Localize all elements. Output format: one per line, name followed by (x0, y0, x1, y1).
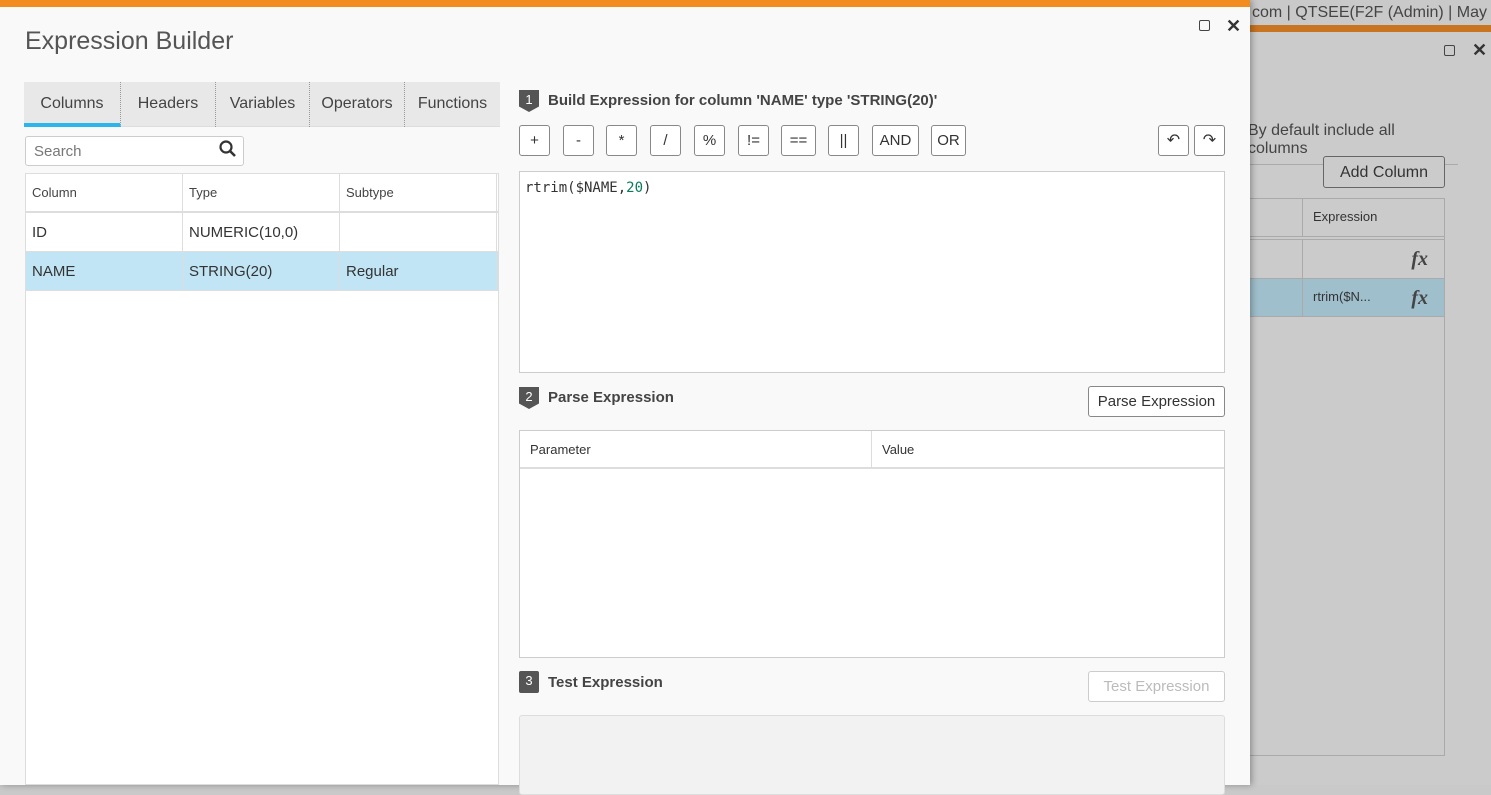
operator-or-button[interactable]: OR (931, 125, 966, 156)
operator-minus-button[interactable]: - (563, 125, 594, 156)
value-header[interactable]: Value (872, 431, 924, 468)
test-expression-title: Test Expression (548, 674, 663, 691)
add-column-button[interactable]: Add Column (1323, 156, 1445, 188)
columns-table: Column Type Subtype ID NUMERIC(10,0) NAM… (25, 173, 499, 785)
fx-icon[interactable]: fx (1411, 248, 1428, 271)
expression-editor[interactable]: rtrim($NAME,20) (519, 171, 1225, 373)
close-icon[interactable]: ✕ (1472, 41, 1487, 59)
search-input[interactable]: Search (25, 136, 244, 166)
tab-variables[interactable]: Variables (216, 82, 310, 127)
cell-type: STRING(20) (183, 252, 340, 290)
operator-concat-button[interactable]: || (828, 125, 859, 156)
tab-columns[interactable]: Columns (24, 82, 121, 127)
table-row[interactable]: ID NUMERIC(10,0) (26, 213, 498, 252)
expression-builder-dialog: Expression Builder ✕ Columns Headers Var… (0, 0, 1250, 795)
expression-text: rtrim($NAME, (525, 180, 627, 196)
background-dialog-bar (1240, 25, 1491, 32)
table-row-selected[interactable]: NAME STRING(20) Regular (26, 252, 498, 291)
tab-headers[interactable]: Headers (121, 82, 216, 127)
cell-type: NUMERIC(10,0) (183, 213, 340, 251)
cell-subtype: Regular (340, 252, 497, 290)
parameter-table: Parameter Value (519, 430, 1225, 658)
cell-column: ID (26, 213, 183, 251)
parse-expression-title: Parse Expression (548, 389, 674, 406)
background-header-text: com | QTSEE(F2F (Admin) | May 2 (1252, 4, 1491, 21)
test-expression-button[interactable]: Test Expression (1088, 671, 1225, 702)
test-output-area (519, 715, 1225, 795)
operator-multiply-button[interactable]: * (606, 125, 637, 156)
operator-and-button[interactable]: AND (872, 125, 919, 156)
tab-functions[interactable]: Functions (405, 82, 500, 127)
redo-button[interactable]: ↷ (1194, 125, 1225, 156)
background-header: com | QTSEE(F2F (Admin) | May 2 (1250, 2, 1491, 24)
operator-modulo-button[interactable]: % (694, 125, 725, 156)
build-expression-title: Build Expression for column 'NAME' type … (548, 92, 938, 109)
operator-divide-button[interactable]: / (650, 125, 681, 156)
step-3-badge: 3 (519, 671, 539, 693)
maximize-icon[interactable] (1444, 45, 1455, 56)
undo-icon: ↶ (1166, 132, 1181, 149)
cell-subtype (340, 213, 497, 251)
close-icon[interactable]: ✕ (1226, 17, 1241, 35)
subtype-header[interactable]: Subtype (340, 174, 497, 211)
expression-text-end: ) (643, 180, 652, 196)
operator-equal-button[interactable]: == (781, 125, 816, 156)
maximize-icon[interactable] (1199, 20, 1210, 31)
background-table: Expression fx rtrim($N... fx (1248, 198, 1445, 756)
column-header[interactable]: Column (26, 174, 183, 211)
tab-bar: Columns Headers Variables Operators Func… (24, 82, 500, 127)
fx-icon[interactable]: fx (1411, 287, 1428, 310)
parameter-header[interactable]: Parameter (520, 431, 872, 467)
operator-plus-button[interactable]: + (519, 125, 550, 156)
search-icon[interactable] (219, 140, 237, 163)
type-header[interactable]: Type (183, 174, 340, 211)
redo-icon: ↷ (1202, 132, 1217, 149)
parse-expression-button[interactable]: Parse Expression (1088, 386, 1225, 417)
expression-cell: rtrim($N... (1313, 289, 1371, 304)
tab-operators[interactable]: Operators (310, 82, 405, 127)
expression-header: Expression (1302, 199, 1442, 236)
dialog-title: Expression Builder (25, 27, 234, 55)
expression-number: 20 (626, 180, 644, 196)
dialog-accent-bar (0, 0, 1250, 7)
operator-not-equal-button[interactable]: != (738, 125, 769, 156)
cell-column: NAME (26, 252, 183, 290)
step-1-badge: 1 (519, 90, 539, 112)
step-2-badge: 2 (519, 387, 539, 409)
undo-button[interactable]: ↶ (1158, 125, 1189, 156)
